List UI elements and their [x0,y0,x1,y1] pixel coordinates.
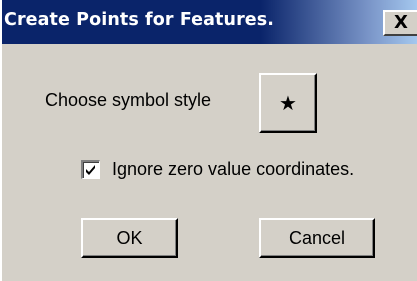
ignore-zero-checkbox[interactable] [81,160,100,179]
dialog-window: Create Points for Features. X Choose sym… [0,0,417,281]
title-bar[interactable]: Create Points for Features. X [2,0,417,44]
cancel-button-label: Cancel [288,227,346,248]
cancel-button[interactable]: Cancel [259,218,375,258]
close-icon: X [394,12,408,33]
ok-button[interactable]: OK [81,218,178,258]
star-icon: ★ [279,91,297,115]
close-button[interactable]: X [383,10,417,36]
checkmark-icon [86,165,95,175]
dialog-title: Create Points for Features. [4,10,275,30]
ignore-zero-label[interactable]: Ignore zero value coordinates. [112,159,354,180]
symbol-style-button[interactable]: ★ [259,73,317,133]
symbol-style-label: Choose symbol style [45,90,212,110]
ok-button-label: OK [116,227,143,248]
